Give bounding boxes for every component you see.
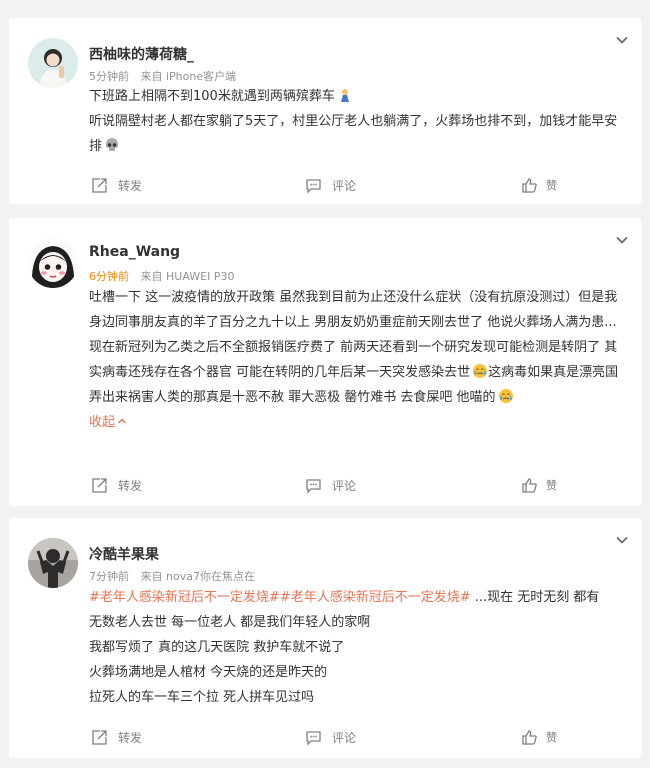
thumbs-up-icon [522,729,537,745]
comment-button[interactable]: 评论 [305,470,356,500]
action-bar: 转发 评论 赞 [9,170,642,200]
comment-label: 评论 [332,730,357,745]
comment-button[interactable]: 评论 [305,170,356,200]
like-button[interactable]: 赞 [521,722,557,752]
thumbs-up-icon [522,177,537,193]
collapse-label: 收起 [89,415,116,430]
share-icon [92,477,107,493]
action-bar: 转发 评论 赞 [9,722,642,752]
like-label: 赞 [546,479,557,492]
share-icon [92,729,107,745]
post-text-line: ...现在 无时无刻 都有 [470,590,600,605]
post-text: #老年人感染新冠后不一定发烧##老年人感染新冠后不一定发烧# ...现在 无时无… [89,585,624,710]
post-card: 西柚味的薄荷糖_ 5分钟前 来自 iPhone客户端 下班路上相隔不到100米就… [9,18,642,204]
collapse-link[interactable]: 收起 [89,415,127,430]
chevron-down-icon[interactable] [614,232,630,248]
like-button[interactable]: 赞 [521,470,557,500]
post-source: 来自 iPhone客户端 [140,70,237,83]
chevron-down-icon[interactable] [614,32,630,48]
forward-label: 转发 [118,478,143,493]
avatar[interactable] [28,38,78,88]
hashtag-link[interactable]: #老年人感染新冠后不一定发烧# [280,590,471,605]
action-bar: 转发 评论 赞 [9,470,642,500]
like-button[interactable]: 赞 [521,170,557,200]
post-meta: 6分钟前 来自 HUAWEI P30 [89,268,234,284]
post-card: Rhea_Wang 6分钟前 来自 HUAWEI P30 吐槽一下 这一波疫情的… [9,218,642,506]
post-text-line: 听说隔壁村老人都在家躺了5天了，村里公厅老人也躺满了，火葬场也排不到，加钱才能早… [89,114,618,154]
like-label: 赞 [546,179,557,192]
forward-label: 转发 [118,730,143,745]
post-text-line: 无数老人去世 每一位老人 都是我们年轻人的家啊 [89,615,371,630]
post-text: 吐槽一下 这一波疫情的放开政策 虽然我到目前为止还没什么症状（没有抗原没测过）但… [89,285,624,435]
avatar[interactable] [28,538,78,588]
forward-button[interactable]: 转发 [91,170,142,200]
post-text-line: 下班路上相隔不到100米就遇到两辆殡葬车 [89,89,335,104]
user-name[interactable]: 西柚味的薄荷糖_ [89,44,194,64]
weibo-feed: 西柚味的薄荷糖_ 5分钟前 来自 iPhone客户端 下班路上相隔不到100米就… [0,0,650,768]
post-meta: 7分钟前 来自 nova7你在焦点在 [89,568,255,584]
comment-icon [306,730,321,746]
comment-icon [306,178,321,194]
share-icon [92,177,107,193]
comment-label: 评论 [332,178,357,193]
skull-emoji [104,137,120,153]
post-time[interactable]: 5分钟前 [89,70,129,83]
post-text-line: 我都写烦了 真的这几天医院 救护车就不说了 [89,640,345,655]
forward-button[interactable]: 转发 [91,722,142,752]
comment-label: 评论 [332,478,357,493]
chevron-up-icon [117,418,127,424]
post-text-line: 拉死人的车一车三个拉 死人拼车见过吗 [89,690,315,705]
user-name[interactable]: 冷酷羊果果 [89,544,159,564]
user-name[interactable]: Rhea_Wang [89,244,180,260]
comment-icon [306,478,321,494]
chevron-down-icon[interactable] [614,532,630,548]
avatar[interactable] [28,238,78,288]
post-paragraph: 吐槽一下 这一波疫情的放开政策 虽然我到目前为止还没什么症状（没有抗原没测过）但… [89,290,618,330]
post-card: 冷酷羊果果 7分钟前 来自 nova7你在焦点在 #老年人感染新冠后不一定发烧#… [9,518,642,758]
forward-button[interactable]: 转发 [91,470,142,500]
pray-emoji [337,87,353,103]
crying-emoji [472,363,488,379]
thumbs-up-icon [522,477,537,493]
post-text: 下班路上相隔不到100米就遇到两辆殡葬车 听说隔壁村老人都在家躺了5天了，村里公… [89,84,624,159]
crying-emoji [498,388,514,404]
post-source: 来自 HUAWEI P30 [140,270,235,283]
post-time[interactable]: 7分钟前 [89,570,129,583]
post-text-line: 火葬场满地是人棺材 今天烧的还是昨天的 [89,665,328,680]
forward-label: 转发 [118,178,143,193]
post-time[interactable]: 6分钟前 [89,270,129,283]
comment-button[interactable]: 评论 [305,722,356,752]
post-source: 来自 nova7你在焦点在 [140,570,255,583]
post-meta: 5分钟前 来自 iPhone客户端 [89,68,236,84]
like-label: 赞 [546,731,557,744]
hashtag-link[interactable]: #老年人感染新冠后不一定发烧# [89,590,280,605]
